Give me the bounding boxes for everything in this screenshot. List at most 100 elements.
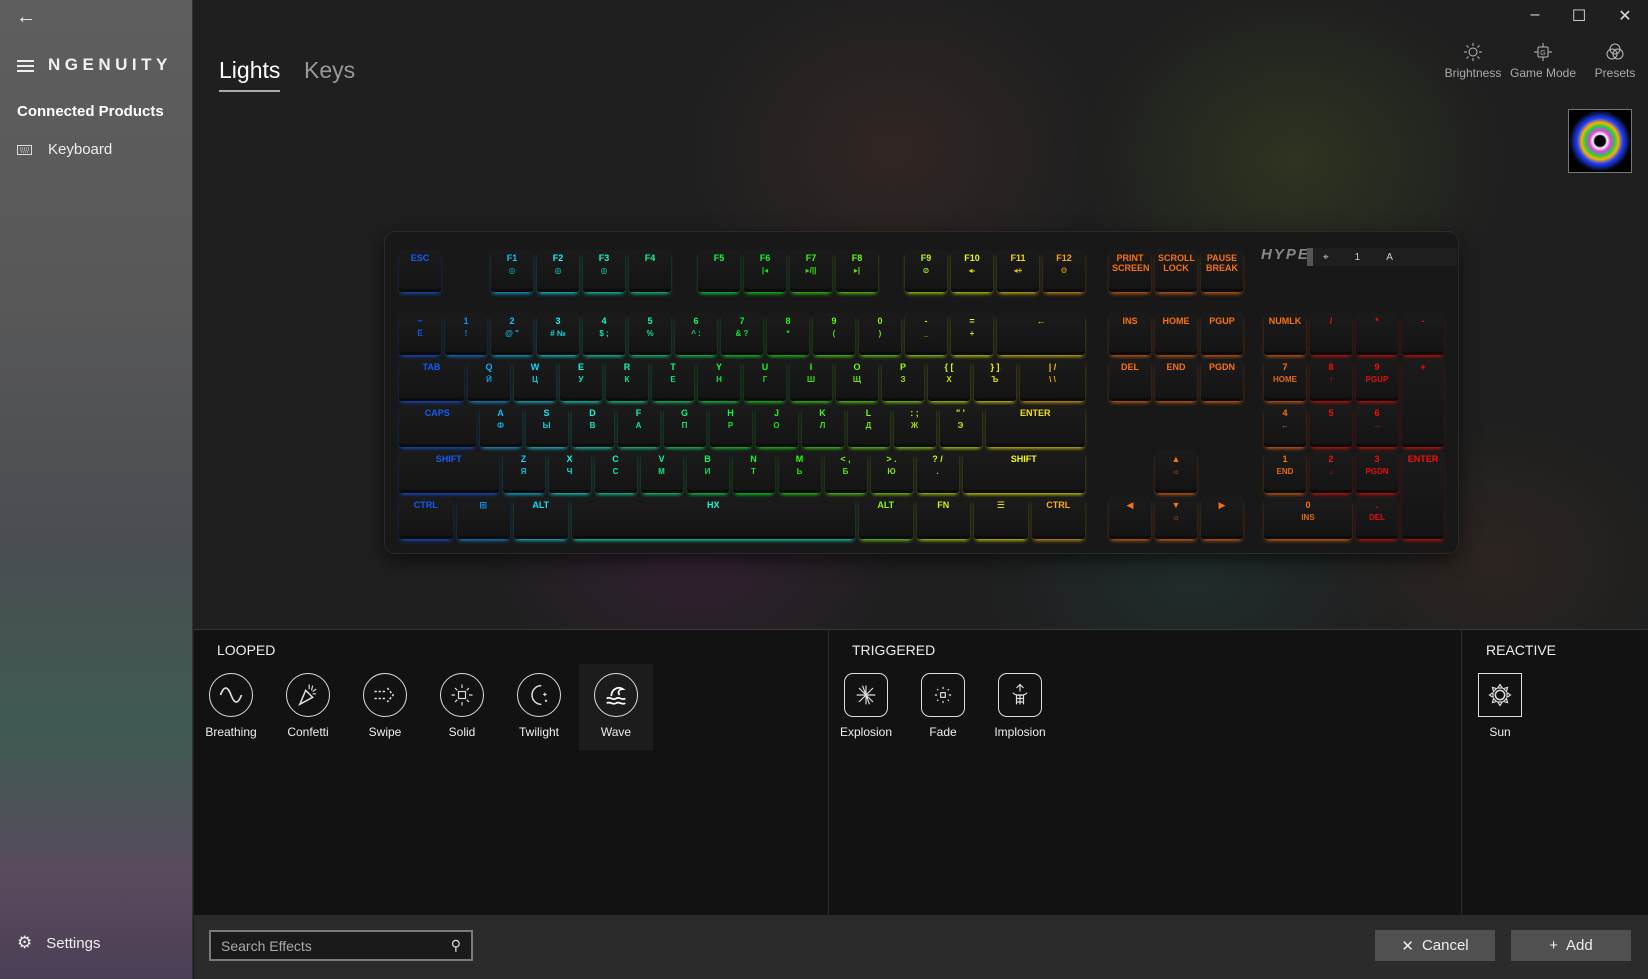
effect-implosion[interactable]: Implosion bbox=[983, 664, 1057, 750]
key[interactable]: = + bbox=[951, 313, 993, 355]
key[interactable]: YН bbox=[698, 359, 740, 401]
key[interactable]: F3 ◎ bbox=[583, 250, 625, 292]
key[interactable]: QЙ bbox=[468, 359, 510, 401]
tab-keys[interactable]: Keys bbox=[304, 57, 355, 84]
key[interactable]: PGUP bbox=[1201, 313, 1243, 355]
key[interactable]: ← bbox=[997, 313, 1085, 355]
key[interactable]: OЩ bbox=[836, 359, 878, 401]
key[interactable]: WЦ bbox=[514, 359, 556, 401]
key[interactable]: F11 ◂+ bbox=[997, 250, 1039, 292]
key[interactable]: | / \ \ bbox=[1020, 359, 1085, 401]
key[interactable]: F10 ◂- bbox=[951, 250, 993, 292]
key[interactable]: CTRL bbox=[1031, 497, 1085, 539]
effect-swipe[interactable]: Swipe bbox=[348, 664, 422, 750]
key[interactable]: F2 ◎ bbox=[537, 250, 579, 292]
search-effects-input[interactable]: Search Effects ⚲ bbox=[209, 930, 473, 961]
key[interactable]: 3 # № bbox=[537, 313, 579, 355]
presets-button[interactable]: Presets bbox=[1575, 42, 1648, 80]
key[interactable]: 8 ↑ bbox=[1310, 359, 1352, 401]
key[interactable]: 4 ← bbox=[1264, 405, 1306, 447]
key[interactable]: RК bbox=[606, 359, 648, 401]
key[interactable]: PЗ bbox=[882, 359, 924, 401]
key[interactable]: PGDN bbox=[1201, 359, 1243, 401]
effect-confetti[interactable]: Confetti bbox=[271, 664, 345, 750]
key[interactable]: F12 ⚙ bbox=[1043, 250, 1085, 292]
key[interactable]: F6 |◂ bbox=[744, 250, 786, 292]
key[interactable]: TAB bbox=[399, 359, 464, 401]
key[interactable]: . DEL bbox=[1356, 497, 1398, 539]
key[interactable]: + bbox=[1402, 359, 1444, 447]
key[interactable]: 6 → bbox=[1356, 405, 1398, 447]
key[interactable]: 9( bbox=[813, 313, 855, 355]
key[interactable]: / bbox=[1310, 313, 1352, 355]
key[interactable]: 4 $ ; bbox=[583, 313, 625, 355]
effect-explosion[interactable]: Explosion bbox=[829, 664, 903, 750]
hamburger-menu-icon[interactable] bbox=[17, 60, 34, 72]
preset-thumbnail[interactable] bbox=[1568, 109, 1632, 173]
key[interactable]: KЛ bbox=[801, 405, 844, 447]
brightness-button[interactable]: Brightness bbox=[1433, 42, 1513, 80]
key[interactable]: - _ bbox=[905, 313, 947, 355]
key[interactable]: " ' Э bbox=[939, 405, 982, 447]
key[interactable]: 5 bbox=[1310, 405, 1352, 447]
effect-wave[interactable]: Wave bbox=[579, 664, 653, 750]
key[interactable]: F8 ▸| bbox=[836, 250, 878, 292]
key[interactable]: 0) bbox=[859, 313, 901, 355]
key[interactable]: JО bbox=[755, 405, 798, 447]
key[interactable]: ENTER bbox=[985, 405, 1085, 447]
key[interactable]: F7 ▸/|| bbox=[790, 250, 832, 292]
minimize-button[interactable]: – bbox=[1520, 6, 1550, 28]
key[interactable]: INS bbox=[1109, 313, 1151, 355]
key[interactable]: LД bbox=[847, 405, 890, 447]
key[interactable]: BИ bbox=[686, 451, 729, 493]
key[interactable]: SHIFT bbox=[962, 451, 1085, 493]
key[interactable]: HX bbox=[571, 497, 855, 539]
key[interactable]: HР bbox=[709, 405, 752, 447]
key[interactable]: 2 @ " bbox=[491, 313, 533, 355]
key[interactable]: PRINT SCREEN bbox=[1109, 250, 1151, 292]
key[interactable]: ZЯ bbox=[502, 451, 545, 493]
key[interactable]: F9 ⊘ bbox=[905, 250, 947, 292]
key[interactable]: { [Х bbox=[928, 359, 970, 401]
key[interactable]: XЧ bbox=[548, 451, 591, 493]
key[interactable]: FА bbox=[617, 405, 660, 447]
close-button[interactable]: ✕ bbox=[1610, 6, 1640, 28]
key[interactable]: - bbox=[1402, 313, 1444, 355]
key[interactable]: ⊞ bbox=[456, 497, 510, 539]
effect-solid[interactable]: Solid bbox=[425, 664, 499, 750]
key[interactable]: 2 ↓ bbox=[1310, 451, 1352, 493]
key[interactable]: ? /. bbox=[916, 451, 959, 493]
key[interactable]: GП bbox=[663, 405, 706, 447]
sidebar-item-keyboard[interactable]: Keyboard bbox=[17, 141, 112, 158]
tab-lights[interactable]: Lights bbox=[219, 57, 281, 92]
key[interactable]: CAPS bbox=[399, 405, 476, 447]
key[interactable]: 5% bbox=[629, 313, 671, 355]
key[interactable]: CС bbox=[594, 451, 637, 493]
sidebar-item-settings[interactable]: ⚙ Settings bbox=[17, 933, 100, 953]
key[interactable]: 9 PGUP bbox=[1356, 359, 1398, 401]
key[interactable]: MЬ bbox=[778, 451, 821, 493]
game-mode-button[interactable]: G Game Mode bbox=[1503, 42, 1583, 80]
effect-fade[interactable]: Fade bbox=[906, 664, 980, 750]
key[interactable]: > . Ю bbox=[870, 451, 913, 493]
key[interactable]: 6 ^ : bbox=[675, 313, 717, 355]
key[interactable]: SHIFT bbox=[399, 451, 499, 493]
add-button[interactable]: + Add bbox=[1511, 930, 1631, 961]
key[interactable]: ESC bbox=[399, 250, 441, 292]
key[interactable]: DВ bbox=[571, 405, 614, 447]
key[interactable]: PAUSE BREAK bbox=[1201, 250, 1243, 292]
key[interactable]: AФ bbox=[479, 405, 522, 447]
key[interactable]: ☰ bbox=[974, 497, 1028, 539]
key[interactable]: ALT bbox=[859, 497, 913, 539]
key[interactable]: 3 PGDN bbox=[1356, 451, 1398, 493]
key[interactable]: DEL bbox=[1109, 359, 1151, 401]
key[interactable]: 7 HOME bbox=[1264, 359, 1306, 401]
key[interactable]: F4 bbox=[629, 250, 671, 292]
key[interactable]: < , Б bbox=[824, 451, 867, 493]
key[interactable]: HOME bbox=[1155, 313, 1197, 355]
key[interactable]: 0 INS bbox=[1264, 497, 1352, 539]
key[interactable]: ALT bbox=[514, 497, 568, 539]
search-icon[interactable]: ⚲ bbox=[451, 937, 461, 954]
maximize-button[interactable]: ☐ bbox=[1564, 6, 1594, 28]
key[interactable]: F1 ◎ bbox=[491, 250, 533, 292]
